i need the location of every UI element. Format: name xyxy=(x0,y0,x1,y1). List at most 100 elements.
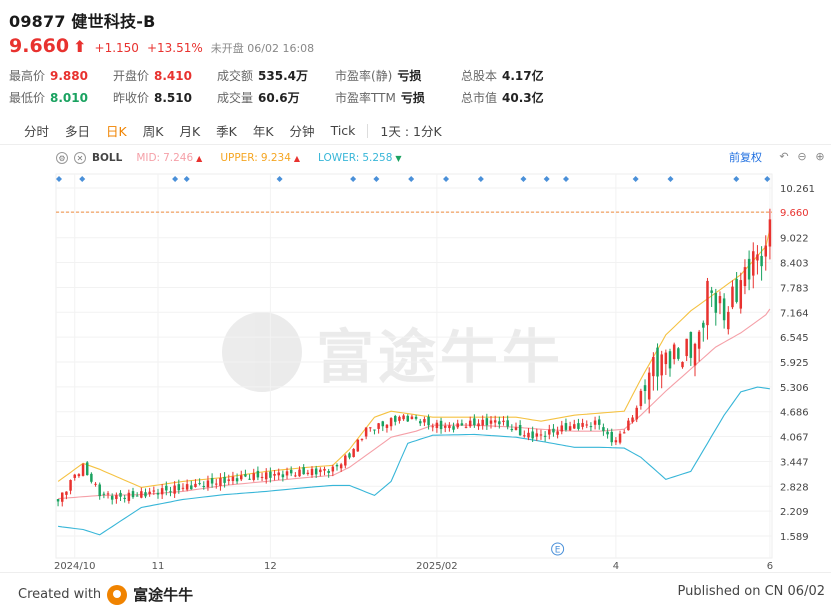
candle-body xyxy=(498,421,501,425)
candle-body xyxy=(618,433,622,443)
stat-item: 总股本 4.17亿 xyxy=(461,67,571,84)
candle-body xyxy=(194,483,197,488)
candle-body xyxy=(56,499,60,502)
event-marker xyxy=(276,176,283,182)
candle-body xyxy=(402,415,405,420)
upper-indicator: UPPER: 9.234 ▲ xyxy=(220,152,300,164)
candle-body xyxy=(206,480,210,488)
candle-body xyxy=(306,472,310,474)
stat-label: 市盈率(静) xyxy=(335,69,393,83)
zoom-out-icon[interactable]: ⊖ xyxy=(796,151,808,163)
candle-body xyxy=(177,484,181,491)
tab-period[interactable]: 季K xyxy=(208,121,245,140)
candle-body xyxy=(672,344,676,360)
last-price: 9.660 xyxy=(9,35,70,57)
created-with: Created with 富途牛牛 xyxy=(18,584,193,605)
stock-header: 09877 健世科技-B xyxy=(9,8,155,32)
candle-body xyxy=(518,425,522,436)
stat-value: 亏损 xyxy=(400,91,425,105)
y-tick-label: 9.022 xyxy=(780,234,809,245)
adjust-button[interactable]: 前复权 xyxy=(729,149,762,165)
candle-body xyxy=(652,356,655,377)
y-tick-label: 7.783 xyxy=(780,283,809,294)
tab-period[interactable]: 分时 xyxy=(16,121,57,140)
candle-body xyxy=(756,254,759,261)
lower-label: LOWER: xyxy=(318,152,360,164)
candle-body xyxy=(294,475,297,477)
candle-body xyxy=(514,427,518,430)
candle-body xyxy=(244,474,247,477)
candle-body xyxy=(106,493,110,495)
stat-label: 开盘价 xyxy=(113,69,150,83)
candle-body xyxy=(381,421,385,427)
tab-period[interactable]: 日K xyxy=(98,121,135,140)
settings-icon[interactable]: ⚙ xyxy=(56,152,68,164)
candle-body xyxy=(190,485,193,490)
market-status: 未开盘 06/02 16:08 xyxy=(210,42,315,55)
tab-period[interactable]: 1天 : 1分K xyxy=(372,121,449,140)
candle-body xyxy=(198,483,201,485)
stat-label: 总股本 xyxy=(461,69,498,83)
stat-label: 成交额 xyxy=(217,69,254,83)
candle-body xyxy=(144,492,147,497)
candle-body xyxy=(510,428,514,431)
tab-period[interactable]: 周K xyxy=(135,121,172,140)
undo-icon[interactable]: ↶ xyxy=(778,151,790,163)
candle-body xyxy=(702,322,705,328)
stat-label: 成交量 xyxy=(217,91,254,105)
stat-item: 最低价 8.010 xyxy=(9,89,113,106)
y-tick-label: 2.828 xyxy=(780,482,809,493)
tab-period[interactable]: 年K xyxy=(245,121,282,140)
stat-item: 市盈率TTM 亏损 xyxy=(335,89,461,106)
candle-body xyxy=(289,469,293,474)
candle-body xyxy=(60,492,64,502)
candle-body xyxy=(98,484,101,497)
candle-body xyxy=(135,495,139,497)
event-marker xyxy=(733,176,740,182)
x-tick-label: 4 xyxy=(613,561,619,570)
event-marker xyxy=(408,176,415,182)
tab-period[interactable]: 分钟 xyxy=(282,121,323,140)
candle-body xyxy=(140,491,143,498)
stock-title: 09877 健世科技-B xyxy=(9,12,156,31)
event-marker xyxy=(543,176,550,182)
tab-period[interactable]: Tick xyxy=(323,123,364,138)
y-tick-label: 5.306 xyxy=(780,383,809,394)
stat-item: 开盘价 8.410 xyxy=(113,67,217,84)
candle-body xyxy=(606,431,609,435)
candle-body xyxy=(356,439,360,452)
candle-body xyxy=(685,338,688,357)
mid-value: 7.246 xyxy=(163,152,194,164)
tab-period[interactable]: 月K xyxy=(171,121,208,140)
candle-body xyxy=(181,487,185,489)
price-row: 9.660 ⬆ +1.150 +13.51% 未开盘 06/02 16:08 xyxy=(9,35,314,57)
candle-body xyxy=(689,331,693,358)
candle-body xyxy=(752,251,755,276)
y-tick-label: 3.447 xyxy=(780,457,809,468)
event-marker xyxy=(172,176,179,182)
event-marker xyxy=(477,176,484,182)
candle-body xyxy=(668,351,672,369)
candle-body xyxy=(127,492,131,501)
candle-body xyxy=(73,474,76,478)
candle-body xyxy=(681,361,684,368)
candlestick-chart[interactable]: 10.261 9.660 9.022 8.403 7.783 7.164 6.545 5.92… xyxy=(0,170,831,570)
candle-body xyxy=(443,425,447,428)
candle-body xyxy=(369,427,372,429)
event-marker xyxy=(183,176,190,182)
candle-body xyxy=(148,491,151,495)
candle-body xyxy=(327,470,330,473)
candle-body xyxy=(739,280,743,309)
indicator-name[interactable]: BOLL xyxy=(92,152,122,164)
candle-body xyxy=(677,348,680,359)
candle-body xyxy=(348,453,351,458)
tab-period[interactable]: 多日 xyxy=(57,121,98,140)
close-icon[interactable]: ✕ xyxy=(74,152,86,164)
candle-body xyxy=(760,255,763,267)
x-tick-label: 11 xyxy=(152,561,165,570)
candle-body xyxy=(556,431,559,435)
candle-body xyxy=(414,416,418,419)
candle-body xyxy=(373,429,376,431)
zoom-in-icon[interactable]: ⊕ xyxy=(814,151,826,163)
stat-value: 8.410 xyxy=(154,69,192,83)
